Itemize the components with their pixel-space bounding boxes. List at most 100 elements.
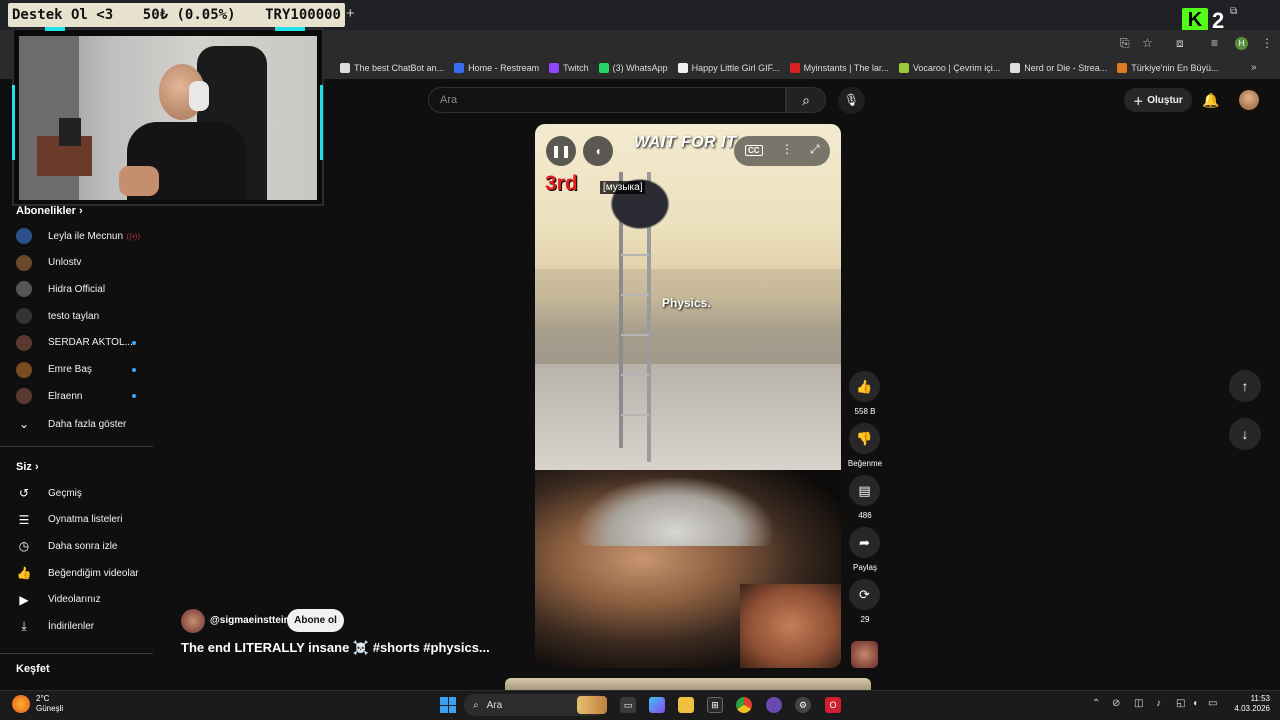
bookmark-favicon-icon (789, 63, 800, 73)
streaming-app-icon[interactable] (766, 697, 782, 713)
weather-condition: Güneşli (36, 704, 64, 713)
tray-expand-icon[interactable]: ⌃ (1092, 698, 1100, 709)
next-short-button[interactable]: ↓ (1229, 418, 1261, 450)
windows-taskbar (0, 690, 1280, 720)
sidebar-you-item[interactable]: ↺ Geçmiş (16, 481, 156, 505)
user-avatar[interactable] (1239, 90, 1259, 110)
file-explorer-icon[interactable] (678, 697, 694, 713)
bookmark-item[interactable]: Twitch (549, 63, 589, 73)
sidebar-you-item[interactable]: ☰ Oynatma listeleri (16, 508, 156, 532)
bookmark-item[interactable]: Home - Restream (454, 63, 539, 73)
microsoft-store-icon[interactable]: ⊞ (707, 697, 723, 713)
bookmark-item[interactable]: Happy Little Girl GIF... (677, 63, 780, 73)
channel-avatar (16, 254, 32, 271)
remix-button[interactable]: ⟳ (849, 579, 880, 610)
webcam-frame-accent (275, 27, 305, 31)
webcam-frame-accent (45, 27, 65, 31)
sidebar-you-item[interactable]: ▶ Videolarınız (16, 588, 156, 612)
ladder-rung (621, 334, 649, 336)
short-title[interactable]: The end LITERALLY insane ☠️ #shorts #phy… (181, 640, 490, 656)
sidebar-you-label: Beğendiğim videolar (48, 567, 139, 579)
comments-button[interactable]: ▤ (849, 475, 880, 506)
more-bookmarks-icon[interactable]: » (1251, 62, 1257, 73)
sidebar-channel-item[interactable]: Emre Baş (16, 358, 156, 382)
next-short-preview[interactable] (505, 678, 871, 690)
show-more-row[interactable]: ⌄ Daha fazla göster (0, 412, 160, 436)
cast-icon[interactable]: ⎘ (1120, 36, 1130, 51)
bookmark-favicon-icon (1010, 63, 1021, 73)
channel-avatar[interactable] (181, 609, 205, 633)
system-clock[interactable]: 11:53 4.03.2026 (1226, 694, 1270, 714)
tray-app-icon[interactable]: ◫ (1134, 698, 1143, 709)
weather-widget[interactable]: 2°C Güneşli (12, 694, 63, 714)
battery-icon[interactable]: ▭ (1208, 698, 1217, 709)
windows-start-icon[interactable] (440, 697, 456, 713)
settings-app-icon[interactable]: ⚙ (795, 697, 811, 713)
volume-icon[interactable]: ◖ (583, 136, 613, 166)
task-view-icon[interactable]: ▭ (620, 697, 636, 713)
search-input[interactable]: Ara (428, 87, 786, 113)
sidebar-channel-item[interactable]: SERDAR AKTOL... (16, 331, 156, 355)
sidebar-channel-item[interactable]: Unlostv (16, 251, 156, 275)
donation-goal: TRY100000 (265, 7, 341, 23)
bookmark-item[interactable]: Vocaroo | Çevrim içi... (898, 63, 1000, 73)
tray-app-icon[interactable]: ⊘ (1112, 698, 1120, 709)
bookmark-label: Home - Restream (468, 63, 540, 73)
bookmark-item[interactable]: Myinstants | The lar... (789, 63, 889, 73)
new-tab-button[interactable]: + (346, 5, 355, 22)
sidebar-you-item[interactable]: 👍 Beğendiğim videolar (16, 561, 156, 585)
microphone-tray-icon[interactable]: ♪ (1156, 698, 1161, 709)
sidebar-channel-item[interactable]: Hidra Official (16, 277, 156, 301)
bookmark-item[interactable]: Türkiye'nin En Büyü... (1117, 63, 1219, 73)
copilot-icon[interactable] (649, 697, 665, 713)
sound-source-thumbnail[interactable] (851, 641, 878, 668)
channel-avatar (16, 281, 32, 298)
thumb-down-icon: 👎 (856, 430, 873, 446)
share-button[interactable]: ➦ (849, 527, 880, 558)
create-button[interactable]: ＋ Oluştur (1124, 88, 1192, 112)
sidebar-divider (0, 446, 153, 447)
dislike-button[interactable]: 👎 (849, 423, 880, 454)
bookmark-item[interactable]: Nerd or Die - Strea... (1010, 63, 1107, 73)
shorts-player[interactable] (535, 124, 841, 668)
bookmark-star-icon[interactable]: ☆ (1142, 36, 1153, 50)
media-control-icon[interactable]: ≡ (1211, 36, 1218, 50)
subscriptions-heading[interactable]: Abonelikler › (16, 205, 83, 217)
you-heading[interactable]: Siz › (16, 461, 39, 473)
thumb-up-icon: 👍 (16, 566, 32, 581)
chrome-icon[interactable] (736, 697, 752, 713)
bookmark-favicon-icon (598, 63, 609, 73)
search-icon: ⌕ (473, 699, 479, 711)
subscribe-button[interactable]: Abone ol (287, 609, 344, 632)
webcam-camera-prop (59, 118, 81, 146)
fullscreen-icon[interactable]: ⤢ (810, 142, 820, 157)
opera-icon[interactable]: O (825, 697, 841, 713)
bookmark-item[interactable]: The best ChatBot an... (340, 63, 444, 73)
browser-menu-icon[interactable]: ⋮ (1261, 36, 1273, 50)
sidebar-you-item[interactable]: ⤓ İndirilenler (16, 615, 156, 639)
pause-icon[interactable]: ❚❚ (546, 136, 576, 166)
search-highlight-icon[interactable] (577, 696, 607, 714)
more-options-icon[interactable]: ⋮ (781, 142, 793, 156)
browser-profile-avatar[interactable]: H (1235, 37, 1248, 50)
sidebar-you-label: İndirilenler (48, 621, 95, 632)
sidebar-channel-item[interactable]: testo taylan (16, 304, 156, 328)
network-icon[interactable]: ◱ (1176, 698, 1185, 709)
search-icon[interactable]: ⌕ (786, 87, 826, 113)
show-more-button[interactable]: ⌄ Daha fazla göster (16, 412, 156, 436)
sidebar-channel-item[interactable]: Elraenn (16, 384, 156, 408)
volume-tray-icon[interactable]: ◖ (1192, 698, 1198, 709)
like-button[interactable]: 👍 (849, 371, 880, 402)
microphone-icon[interactable]: 🎙 (838, 87, 865, 114)
sidebar-you-item[interactable]: ◷ Daha sonra izle (16, 534, 156, 558)
notifications-bell-icon[interactable]: 🔔 (1202, 92, 1219, 109)
portrait-hands (740, 584, 841, 668)
bookmark-item[interactable]: (3) WhatsApp (598, 63, 668, 73)
previous-short-button[interactable]: ↑ (1229, 370, 1261, 402)
captions-icon[interactable]: CC (745, 145, 763, 156)
sidebar-channel-item[interactable]: Leyla ile Mecnun ((•)) (16, 224, 156, 248)
extensions-icon[interactable]: ⧈ (1176, 36, 1184, 51)
window-restore-icon[interactable]: ⧉ (1230, 6, 1237, 17)
channel-name[interactable]: @sigmaeinsttein (210, 615, 290, 626)
thumb-up-icon: 👍 (856, 378, 873, 394)
